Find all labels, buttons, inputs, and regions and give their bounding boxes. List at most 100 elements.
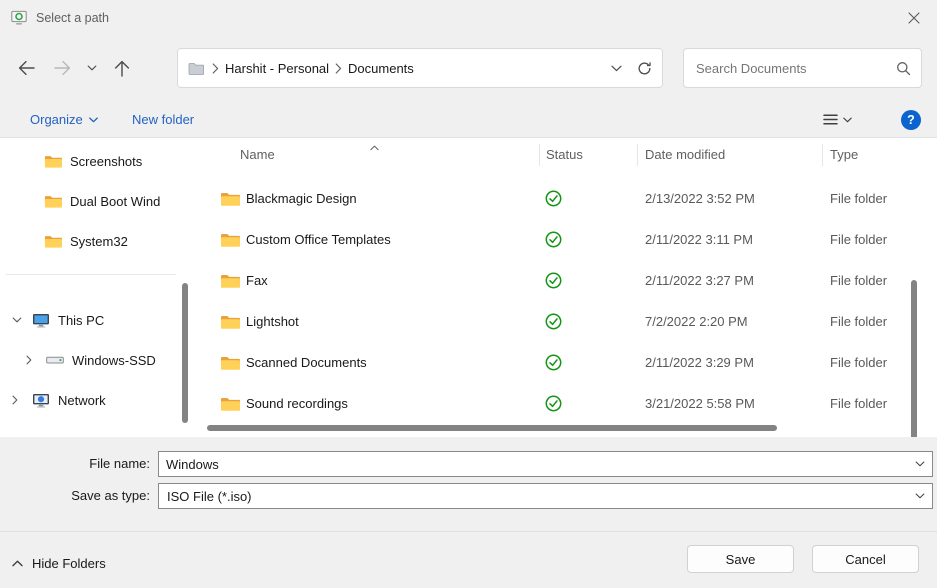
cancel-label: Cancel <box>845 552 885 567</box>
folder-icon <box>220 355 240 371</box>
column-divider[interactable] <box>539 144 540 166</box>
horizontal-scrollbar[interactable] <box>207 425 777 431</box>
column-header-status[interactable]: Status <box>546 138 583 172</box>
hide-folders-button[interactable]: Hide Folders <box>12 550 106 576</box>
column-header-type[interactable]: Type <box>830 138 858 172</box>
status-synced-icon <box>545 395 562 412</box>
column-divider[interactable] <box>637 144 638 166</box>
file-name-input[interactable] <box>159 457 908 472</box>
recent-locations-button[interactable] <box>80 48 104 88</box>
chevron-down-icon <box>915 461 925 467</box>
hide-folders-label: Hide Folders <box>32 556 106 571</box>
address-dropdown-button[interactable] <box>602 52 630 84</box>
back-button[interactable] <box>8 48 44 88</box>
column-header-date-modified[interactable]: Date modified <box>645 138 725 172</box>
window-title: Select a path <box>36 11 109 25</box>
file-row[interactable]: Sound recordings 3/21/2022 5:58 PM File … <box>190 383 905 424</box>
arrow-right-icon <box>54 60 71 76</box>
arrow-up-icon <box>114 60 130 77</box>
navigation-pane: Screenshots Dual Boot Wind System32 <box>0 138 190 437</box>
file-name-field <box>158 451 933 477</box>
sidebar-item-label: Windows-SSD <box>72 353 156 368</box>
chevron-right-icon <box>335 63 342 74</box>
save-button[interactable]: Save <box>687 545 794 573</box>
file-name: Lightshot <box>246 301 299 342</box>
chevron-right-icon[interactable] <box>26 355 38 365</box>
save-label: Save <box>726 552 756 567</box>
address-bar[interactable]: Harshit - Personal Documents <box>177 48 663 88</box>
file-type: File folder <box>830 342 887 383</box>
file-date-modified: 3/21/2022 5:58 PM <box>645 383 755 424</box>
sidebar-item-screenshots[interactable]: Screenshots <box>44 146 142 176</box>
save-as-type-select[interactable]: ISO File (*.iso) <box>158 483 933 509</box>
folder-icon <box>220 396 240 412</box>
organize-label: Organize <box>30 112 83 127</box>
forward-button[interactable] <box>44 48 80 88</box>
refresh-icon <box>637 61 652 76</box>
file-row[interactable]: Scanned Documents 2/11/2022 3:29 PM File… <box>190 342 905 383</box>
save-as-dialog: Select a path <box>0 0 937 588</box>
network-icon <box>32 393 50 408</box>
breadcrumb-item-account[interactable]: Harshit - Personal <box>225 61 329 76</box>
column-header-name[interactable]: Name <box>240 138 275 172</box>
sidebar-item-this-pc[interactable]: This PC <box>12 305 104 335</box>
file-name-dropdown-button[interactable] <box>908 461 932 467</box>
file-row[interactable]: Fax 2/11/2022 3:27 PM File folder <box>190 260 905 301</box>
search-input[interactable] <box>696 61 896 76</box>
drive-icon <box>46 354 64 366</box>
sidebar-item-windows-ssd[interactable]: Windows-SSD <box>26 345 156 375</box>
sidebar-item-dual-boot[interactable]: Dual Boot Wind <box>44 186 160 216</box>
file-row[interactable]: Lightshot 7/2/2022 2:20 PM File folder <box>190 301 905 342</box>
command-toolbar: Organize New folder ? <box>0 102 937 138</box>
chevron-down-icon <box>611 65 622 72</box>
file-name: Custom Office Templates <box>246 219 391 260</box>
close-icon <box>908 12 920 24</box>
file-name: Sound recordings <box>246 383 348 424</box>
chevron-up-icon <box>12 560 23 567</box>
chevron-down-icon[interactable] <box>12 317 24 323</box>
file-date-modified: 2/11/2022 3:11 PM <box>645 219 753 260</box>
file-row[interactable]: Blackmagic Design 2/13/2022 3:52 PM File… <box>190 178 905 219</box>
file-name: Scanned Documents <box>246 342 367 383</box>
location-icon <box>188 62 204 75</box>
file-date-modified: 2/13/2022 3:52 PM <box>645 178 755 219</box>
sidebar-item-network[interactable]: Network <box>12 385 106 415</box>
file-type: File folder <box>830 301 887 342</box>
refresh-button[interactable] <box>630 52 658 84</box>
file-row[interactable]: Custom Office Templates 2/11/2022 3:11 P… <box>190 219 905 260</box>
chevron-down-icon <box>87 65 97 71</box>
column-divider[interactable] <box>822 144 823 166</box>
new-folder-button[interactable]: New folder <box>132 102 194 137</box>
sidebar-item-label: Screenshots <box>70 154 142 169</box>
file-name-section: File name: Save as type: ISO File (*.iso… <box>0 437 937 531</box>
file-type: File folder <box>830 260 887 301</box>
breadcrumb-item-documents[interactable]: Documents <box>348 61 414 76</box>
file-date-modified: 2/11/2022 3:27 PM <box>645 260 754 301</box>
chevron-down-icon <box>89 117 98 123</box>
save-as-type-dropdown-button[interactable] <box>908 493 932 499</box>
help-button[interactable]: ? <box>901 110 921 130</box>
chevron-down-icon <box>843 117 852 123</box>
sidebar-scrollbar[interactable] <box>182 283 188 423</box>
search-icon[interactable] <box>896 61 911 76</box>
folder-icon <box>44 194 62 209</box>
sort-ascending-icon <box>370 139 379 154</box>
close-button[interactable] <box>891 0 937 36</box>
status-synced-icon <box>545 272 562 289</box>
view-options-button[interactable] <box>823 102 852 137</box>
up-button[interactable] <box>104 48 140 88</box>
chevron-right-icon[interactable] <box>12 395 24 405</box>
chevron-down-icon <box>915 493 925 499</box>
folder-icon <box>220 232 240 248</box>
cancel-button[interactable]: Cancel <box>812 545 919 573</box>
title-bar: Select a path <box>0 0 937 36</box>
organize-button[interactable]: Organize <box>30 102 98 137</box>
content-area: Screenshots Dual Boot Wind System32 <box>0 138 937 437</box>
file-name: Fax <box>246 260 268 301</box>
status-synced-icon <box>545 354 562 371</box>
status-synced-icon <box>545 313 562 330</box>
sidebar-item-system32[interactable]: System32 <box>44 226 128 256</box>
file-name-label: File name: <box>0 451 150 477</box>
status-synced-icon <box>545 231 562 248</box>
file-date-modified: 2/11/2022 3:29 PM <box>645 342 754 383</box>
